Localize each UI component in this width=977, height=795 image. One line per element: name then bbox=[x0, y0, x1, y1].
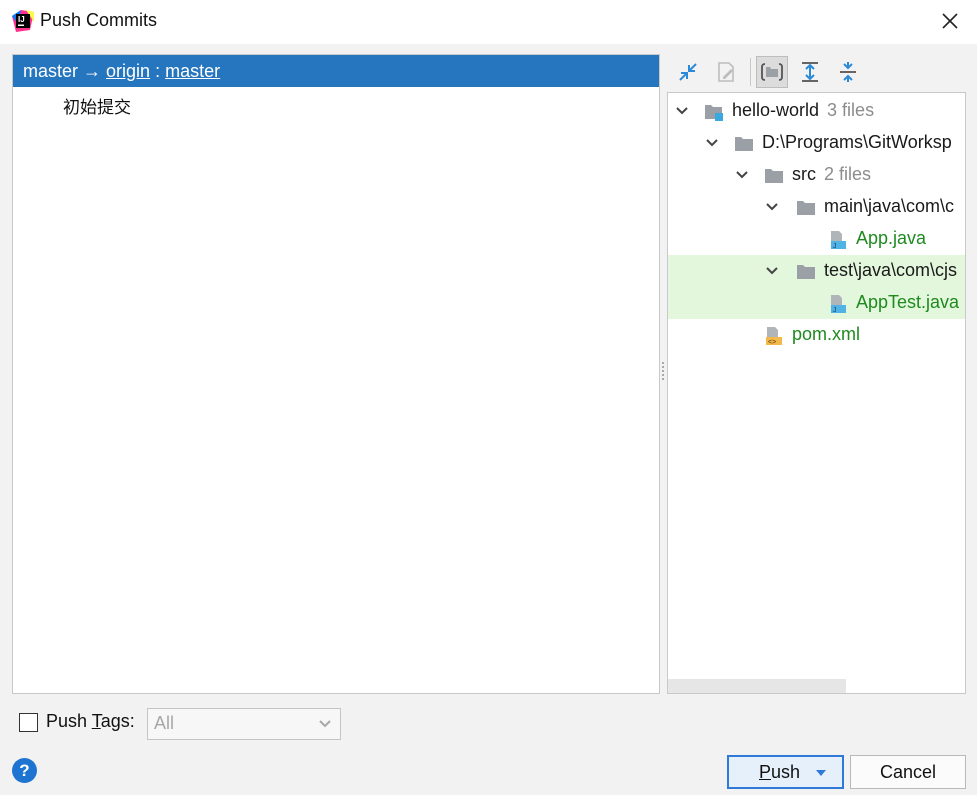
push-button-label: Push bbox=[759, 761, 801, 782]
tree-row-main[interactable]: main\java\com\c bbox=[668, 191, 965, 223]
help-icon[interactable]: ? bbox=[12, 758, 37, 783]
file-count: 2 files bbox=[824, 164, 872, 184]
svg-text:J: J bbox=[833, 243, 837, 250]
tree-row-module[interactable]: hello-world 3 files bbox=[668, 95, 965, 127]
branch-row[interactable]: master → origin : master bbox=[13, 55, 659, 87]
tree-label-file: AppTest.java bbox=[856, 292, 960, 312]
folder-icon bbox=[735, 137, 753, 151]
cancel-button[interactable]: Cancel bbox=[850, 755, 966, 789]
push-tags-checkbox[interactable] bbox=[19, 713, 38, 732]
tree-row-test[interactable]: test\java\com\cjs bbox=[668, 255, 965, 287]
tree-row-src[interactable]: src 2 files bbox=[668, 159, 965, 191]
tree-row-file[interactable]: J AppTest.java bbox=[668, 287, 965, 319]
group-by-directory-icon[interactable] bbox=[756, 56, 788, 88]
chevron-down-icon[interactable] bbox=[734, 167, 750, 183]
changes-tree[interactable]: hello-world 3 files D:\Programs\GitWorksp… bbox=[667, 92, 966, 694]
remote-name-link[interactable]: origin bbox=[106, 61, 150, 82]
tree-label-directory: D:\Programs\GitWorksp bbox=[762, 132, 952, 152]
module-folder-icon bbox=[705, 105, 723, 121]
remote-branch-link[interactable]: master bbox=[165, 61, 220, 82]
tags-dropdown[interactable]: All bbox=[147, 708, 341, 740]
push-button[interactable]: Push bbox=[727, 755, 844, 789]
chevron-down-icon[interactable] bbox=[764, 263, 780, 279]
tree-label-main: main\java\com\c bbox=[824, 196, 955, 216]
dropdown-arrow-icon[interactable] bbox=[816, 770, 826, 776]
collapse-arrows-icon[interactable] bbox=[672, 56, 704, 88]
chevron-down-icon bbox=[319, 720, 331, 728]
tree-label-file: App.java bbox=[856, 228, 927, 248]
xml-file-icon: <> bbox=[766, 327, 782, 346]
changes-toolbar bbox=[668, 54, 968, 90]
panel-splitter[interactable] bbox=[660, 360, 666, 388]
tree-row-file[interactable]: J App.java bbox=[668, 223, 965, 255]
chevron-down-icon[interactable] bbox=[674, 103, 690, 119]
expand-all-icon[interactable] bbox=[794, 56, 826, 88]
commits-list[interactable]: master → origin : master 初始提交 bbox=[12, 54, 660, 694]
tree-label-file: pom.xml bbox=[792, 324, 861, 344]
close-icon[interactable] bbox=[937, 8, 963, 34]
collapse-all-icon[interactable] bbox=[832, 56, 864, 88]
tree-row-file[interactable]: <> pom.xml bbox=[668, 319, 965, 351]
tree-label-module: hello-world bbox=[732, 100, 820, 120]
horizontal-scrollbar[interactable] bbox=[668, 679, 846, 693]
svg-text:IJ: IJ bbox=[18, 15, 25, 24]
file-count: 3 files bbox=[827, 100, 875, 120]
folder-icon bbox=[797, 201, 815, 215]
commit-item[interactable]: 初始提交 bbox=[63, 93, 131, 118]
intellij-app-icon: IJ bbox=[12, 10, 34, 32]
edit-source-icon[interactable] bbox=[710, 56, 742, 88]
svg-text:<>: <> bbox=[768, 339, 776, 346]
folder-icon bbox=[765, 169, 783, 183]
folder-icon bbox=[797, 265, 815, 279]
chevron-down-icon[interactable] bbox=[704, 135, 720, 151]
tree-label-src: src bbox=[792, 164, 816, 184]
toolbar-separator bbox=[750, 58, 751, 86]
java-file-icon: J bbox=[831, 231, 846, 250]
chevron-down-icon[interactable] bbox=[764, 199, 780, 215]
push-arrow: → bbox=[83, 60, 102, 81]
local-branch: master bbox=[23, 60, 79, 81]
java-file-icon: J bbox=[831, 295, 846, 314]
tree-row-directory[interactable]: D:\Programs\GitWorksp bbox=[668, 127, 965, 159]
title-bar: IJ Push Commits bbox=[0, 0, 977, 44]
svg-text:J: J bbox=[833, 307, 837, 314]
tree-label-test: test\java\com\cjs bbox=[824, 260, 958, 280]
push-tags-label: Push Tags: bbox=[46, 711, 135, 731]
tags-dropdown-value: All bbox=[154, 713, 175, 733]
window-title: Push Commits bbox=[40, 10, 158, 30]
